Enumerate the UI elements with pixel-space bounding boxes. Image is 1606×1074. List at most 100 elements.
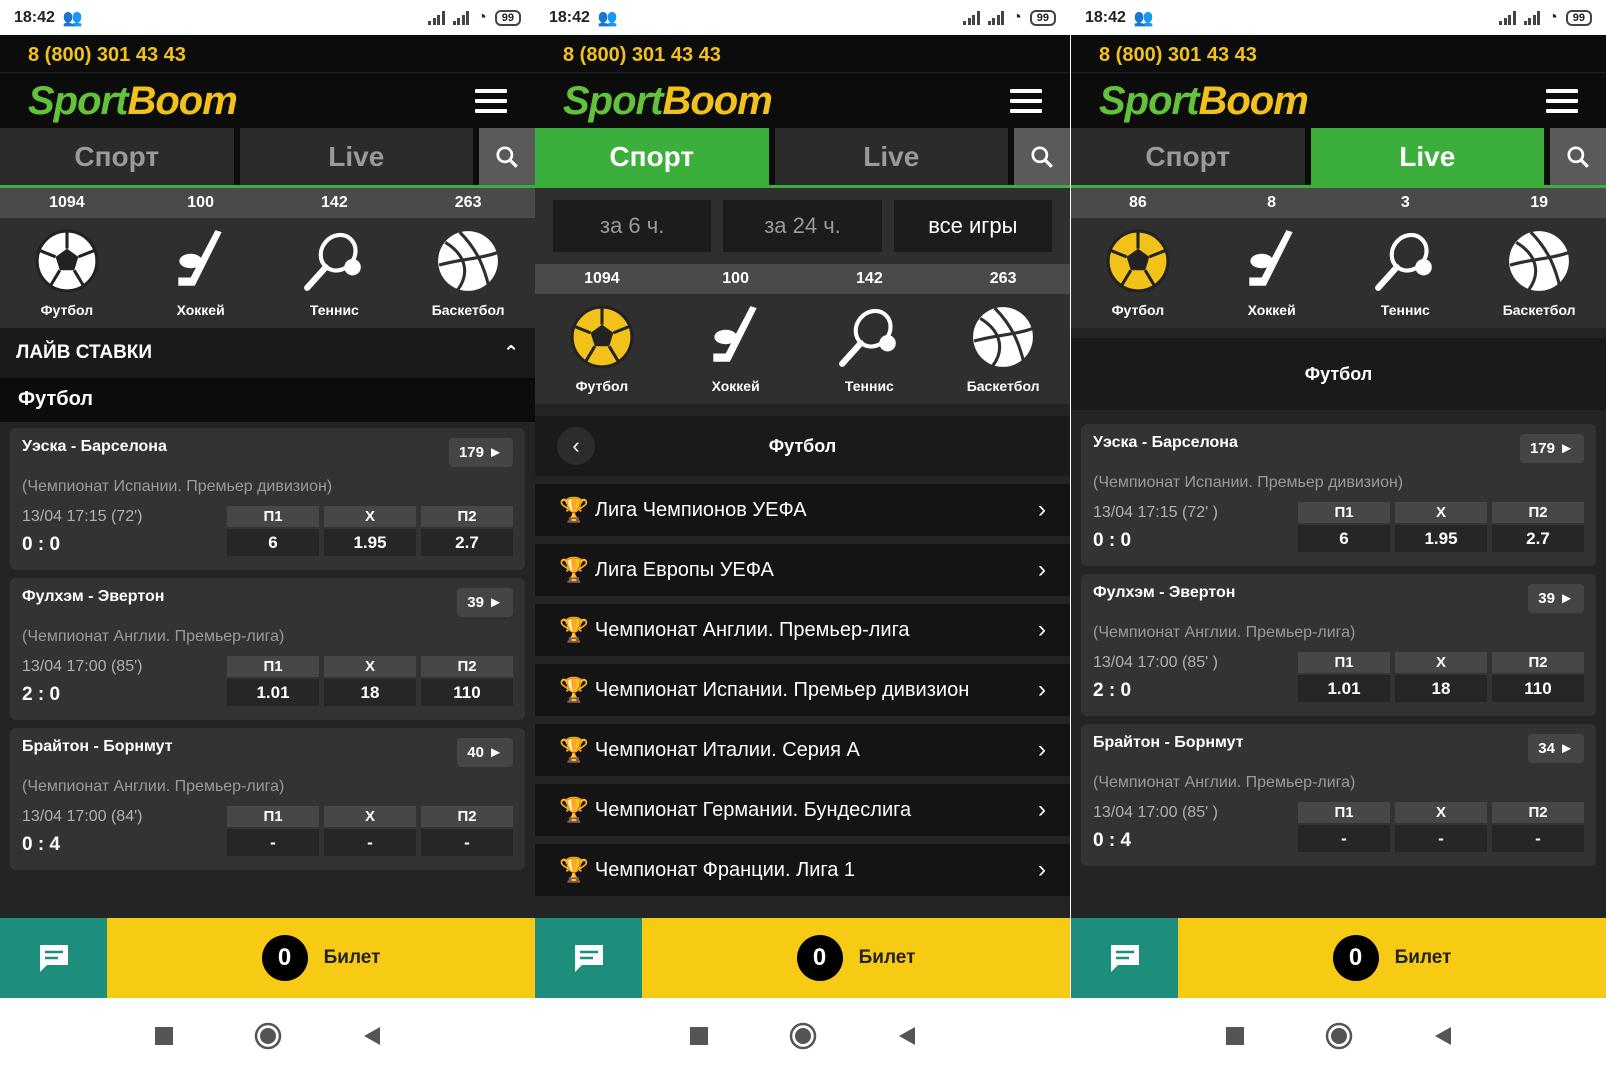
markets-count-button[interactable]: 39 ► (457, 588, 513, 617)
odds-cell[interactable]: Х- (1395, 802, 1487, 852)
filter-6h[interactable]: за 6 ч. (553, 200, 712, 252)
phone-number[interactable]: 8 (800) 301 43 43 (1071, 35, 1606, 73)
odds-cell[interactable]: П2- (421, 806, 513, 856)
markets-count-button[interactable]: 179 ► (1519, 434, 1584, 463)
odds-cell[interactable]: П1 6 (1298, 502, 1390, 552)
sport-tennis[interactable]: Теннис (803, 294, 937, 404)
bet-slip-button[interactable]: 0 Билет (642, 918, 1070, 998)
sport-football[interactable]: Футбол (535, 294, 669, 404)
logo[interactable]: SportBoom (28, 81, 238, 121)
odds-cell[interactable]: П1- (1298, 802, 1390, 852)
odds-cell[interactable]: Х 18 (324, 656, 416, 706)
menu-icon[interactable] (475, 88, 507, 113)
logo[interactable]: SportBoom (563, 81, 773, 121)
football-icon (35, 229, 99, 293)
odds-label: П1 (227, 656, 319, 677)
odds-cell[interactable]: П2 110 (1492, 652, 1584, 702)
sport-tennis[interactable]: Теннис (268, 218, 402, 328)
match-card[interactable]: Уэска - Барселона 179 ► (Чемпионат Испан… (1081, 424, 1596, 566)
sport-basketball[interactable]: Баскетбол (1472, 218, 1606, 328)
league-item[interactable]: 🏆 Чемпионат Италии. Серия А › (535, 724, 1070, 776)
search-button[interactable] (1014, 128, 1070, 185)
recents-icon[interactable] (689, 1026, 709, 1046)
match-score: 2 : 0 (22, 684, 61, 705)
odds-cell[interactable]: Х 1.95 (324, 506, 416, 556)
odds-cell[interactable]: П1 1.01 (227, 656, 319, 706)
chevron-up-icon: ⌃ (503, 342, 519, 364)
app-header: SportBoom (535, 73, 1070, 128)
filter-all[interactable]: все игры (893, 200, 1052, 252)
menu-icon[interactable] (1010, 88, 1042, 113)
back-icon[interactable] (362, 1026, 382, 1046)
home-icon[interactable] (254, 1022, 282, 1050)
basketball-icon (438, 231, 499, 291)
markets-count-button[interactable]: 39 ► (1528, 584, 1584, 613)
chat-button[interactable] (535, 918, 642, 998)
match-card[interactable]: Брайтон - Борнмут 40 ► (Чемпионат Англии… (10, 728, 525, 870)
sport-basketball[interactable]: Баскетбол (936, 294, 1070, 404)
bet-slip-button[interactable]: 0 Билет (1178, 918, 1606, 998)
odds-cell[interactable]: Х 1.95 (1395, 502, 1487, 552)
search-button[interactable] (1550, 128, 1606, 185)
back-icon[interactable] (897, 1026, 917, 1046)
app-content: 8 (800) 301 43 43 SportBoom Спорт Live з… (535, 35, 1070, 1000)
match-card[interactable]: Фулхэм - Эвертон 39 ► (Чемпионат Англии.… (1081, 574, 1596, 716)
league-item[interactable]: 🏆 Чемпионат Германии. Бундеслига › (535, 784, 1070, 836)
tab-live[interactable]: Live (239, 128, 473, 185)
time-filters: за 6 ч. за 24 ч. все игры (535, 188, 1070, 264)
sport-hockey[interactable]: Хоккей (669, 294, 803, 404)
odds-cell[interactable]: П2- (1492, 802, 1584, 852)
main-tabs: Спорт Live (535, 128, 1070, 188)
hockey-icon (712, 306, 757, 362)
sport-basketball[interactable]: Баскетбол (401, 218, 535, 328)
match-card[interactable]: Уэска - Барселона 179 ► (Чемпионат Испан… (10, 428, 525, 570)
odds-cell[interactable]: Х- (324, 806, 416, 856)
markets-count-button[interactable]: 34 ► (1528, 734, 1584, 763)
odds-value: - (421, 829, 513, 856)
recents-icon[interactable] (154, 1026, 174, 1046)
sport-tennis[interactable]: Теннис (1339, 218, 1473, 328)
phone-number[interactable]: 8 (800) 301 43 43 (535, 35, 1070, 73)
odds-cell[interactable]: П1- (227, 806, 319, 856)
search-button[interactable] (479, 128, 535, 185)
bet-slip-button[interactable]: 0 Билет (107, 918, 535, 998)
odds-value: 2.7 (421, 529, 513, 556)
league-item[interactable]: 🏆 Лига Чемпионов УЕФА › (535, 484, 1070, 536)
tab-live[interactable]: Live (1310, 128, 1544, 185)
odds-cell[interactable]: П2 2.7 (1492, 502, 1584, 552)
league-item[interactable]: 🏆 Чемпионат Англии. Премьер-лига › (535, 604, 1070, 656)
sport-hockey[interactable]: Хоккей (1205, 218, 1339, 328)
home-icon[interactable] (1325, 1022, 1353, 1050)
sport-football[interactable]: Футбол (1071, 218, 1205, 328)
markets-count-button[interactable]: 40 ► (457, 738, 513, 767)
sport-hockey[interactable]: Хоккей (134, 218, 268, 328)
menu-icon[interactable] (1546, 88, 1578, 113)
back-button[interactable]: ‹ (557, 427, 595, 465)
filter-24h[interactable]: за 24 ч. (723, 200, 882, 252)
markets-count-button[interactable]: 179 ► (448, 438, 513, 467)
recents-icon[interactable] (1225, 1026, 1245, 1046)
home-icon[interactable] (789, 1022, 817, 1050)
match-card[interactable]: Фулхэм - Эвертон 39 ► (Чемпионат Англии.… (10, 578, 525, 720)
tab-sport[interactable]: Спорт (1071, 128, 1305, 185)
back-icon[interactable] (1433, 1026, 1453, 1046)
league-item[interactable]: 🏆 Чемпионат Испании. Премьер дивизион › (535, 664, 1070, 716)
logo[interactable]: SportBoom (1099, 81, 1309, 121)
league-item[interactable]: 🏆 Лига Европы УЕФА › (535, 544, 1070, 596)
phone-number[interactable]: 8 (800) 301 43 43 (0, 35, 535, 73)
live-bets-header[interactable]: ЛАЙВ СТАВКИ ⌃ (0, 328, 535, 378)
chat-button[interactable] (1071, 918, 1178, 998)
odds-cell[interactable]: Х 18 (1395, 652, 1487, 702)
tab-live[interactable]: Live (774, 128, 1008, 185)
odds-cell[interactable]: П2 110 (421, 656, 513, 706)
tab-sport[interactable]: Спорт (0, 128, 234, 185)
odds-cell[interactable]: П2 2.7 (421, 506, 513, 556)
match-card[interactable]: Брайтон - Борнмут 34 ► (Чемпионат Англии… (1081, 724, 1596, 866)
odds-cell[interactable]: П1 6 (227, 506, 319, 556)
tab-sport[interactable]: Спорт (535, 128, 769, 185)
odds-cell[interactable]: П1 1.01 (1298, 652, 1390, 702)
sport-football[interactable]: Футбол (0, 218, 134, 328)
league-item[interactable]: 🏆 Чемпионат Франции. Лига 1 › (535, 844, 1070, 896)
chat-button[interactable] (0, 918, 107, 998)
odds-value: 6 (227, 529, 319, 556)
